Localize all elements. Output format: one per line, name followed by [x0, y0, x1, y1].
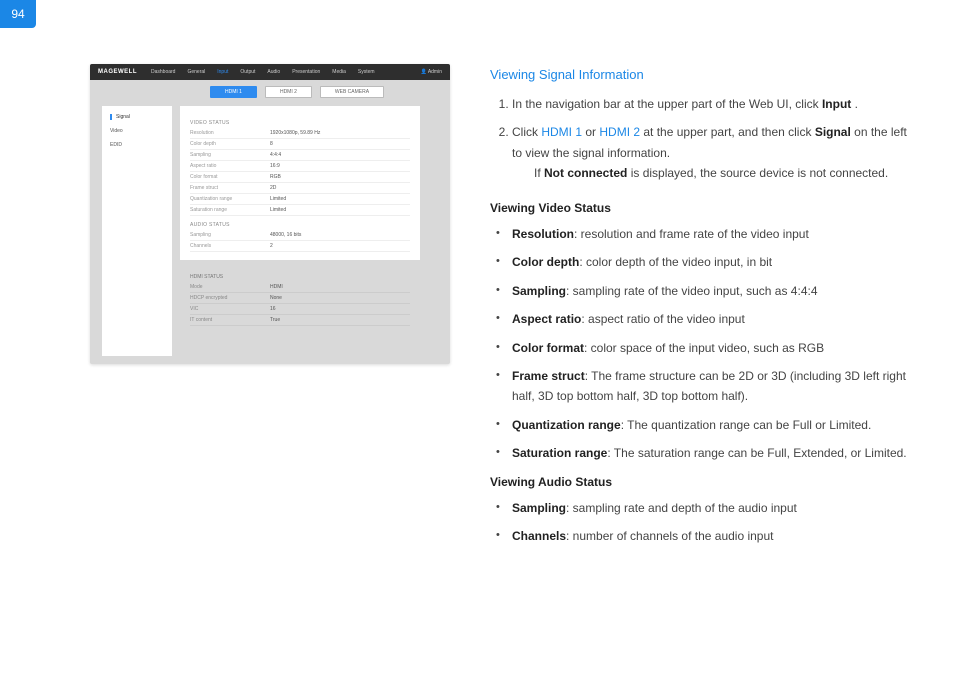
audio-item-channels: Channels: number of channels of the audi…	[512, 526, 914, 546]
audio-item-sampling: Sampling: sampling rate and depth of the…	[512, 498, 914, 518]
status-row: IT contentTrue	[190, 315, 410, 326]
step-2-note: If Not connected is displayed, the sourc…	[512, 163, 914, 183]
audio-status-heading: AUDIO STATUS	[190, 222, 410, 228]
status-row: Saturation rangeLimited	[190, 205, 410, 216]
step-2: Click HDMI 1 or HDMI 2 at the upper part…	[512, 122, 914, 183]
status-row: Resolution1920x1080p, 59.89 Hz	[190, 128, 410, 139]
video-item-aspect-ratio: Aspect ratio: aspect ratio of the video …	[512, 309, 914, 329]
top-nav: Dashboard General Input Output Audio Presenta…	[151, 69, 375, 75]
video-item-saturation: Saturation range: The saturation range c…	[512, 443, 914, 463]
page-number-badge: 94	[0, 0, 36, 28]
step-1: In the navigation bar at the upper part …	[512, 94, 914, 114]
tab-item[interactable]: HDMI 1	[210, 86, 257, 98]
nav-item[interactable]: Presentation	[292, 69, 320, 75]
status-row: Frame struct2D	[190, 183, 410, 194]
video-status-subheading: Viewing Video Status	[490, 198, 914, 218]
status-row: ModeHDMI	[190, 282, 410, 293]
nav-item[interactable]: General	[187, 69, 205, 75]
video-item-sampling: Sampling: sampling rate of the video inp…	[512, 281, 914, 301]
video-item-color-format: Color format: color space of the input v…	[512, 338, 914, 358]
status-row: Aspect ratio16:9	[190, 161, 410, 172]
tab-item[interactable]: WEB CAMERA	[320, 86, 384, 98]
video-item-quantization: Quantization range: The quantization ran…	[512, 415, 914, 435]
status-row: Quantization rangeLimited	[190, 194, 410, 205]
video-status-heading: VIDEO STATUS	[190, 120, 410, 126]
nav-item[interactable]: Media	[332, 69, 346, 75]
sidebar-item[interactable]: EDID	[110, 142, 164, 148]
nav-item[interactable]: Audio	[267, 69, 280, 75]
nav-item[interactable]: Output	[240, 69, 255, 75]
nav-item[interactable]: System	[358, 69, 375, 75]
documentation-column: Viewing Signal Information In the naviga…	[490, 64, 914, 555]
nav-item[interactable]: Dashboard	[151, 69, 175, 75]
brand-logo: MAGEWELL	[98, 69, 137, 75]
status-row: Sampling4:4:4	[190, 150, 410, 161]
audio-status-subheading: Viewing Audio Status	[490, 472, 914, 492]
hdmi-status-heading: HDMI STATUS	[190, 274, 410, 280]
video-item-resolution: Resolution: resolution and frame rate of…	[512, 224, 914, 244]
nav-item[interactable]: Input	[217, 69, 228, 75]
video-item-frame-struct: Frame struct: The frame structure can be…	[512, 366, 914, 407]
user-label: 👤 Admin	[420, 69, 442, 75]
video-item-color-depth: Color depth: color depth of the video in…	[512, 252, 914, 272]
section-heading: Viewing Signal Information	[490, 64, 914, 86]
status-row: Color depth8	[190, 139, 410, 150]
status-row: HDCP encryptedNone	[190, 293, 410, 304]
input-tabs: HDMI 1 HDMI 2 WEB CAMERA	[210, 86, 450, 98]
sidebar-item[interactable]: Signal	[110, 114, 164, 120]
embedded-ui-screenshot: MAGEWELL Dashboard General Input Output Audi…	[90, 64, 450, 364]
status-row: Color formatRGB	[190, 172, 410, 183]
left-sidebar: Signal Video EDID	[102, 106, 172, 356]
sidebar-item[interactable]: Video	[110, 128, 164, 134]
status-row: VIC16	[190, 304, 410, 315]
tab-item[interactable]: HDMI 2	[265, 86, 312, 98]
status-panel: VIDEO STATUS Resolution1920x1080p, 59.89…	[180, 106, 420, 260]
status-row: Sampling48000, 16 bits	[190, 230, 410, 241]
status-row: Channels2	[190, 241, 410, 252]
